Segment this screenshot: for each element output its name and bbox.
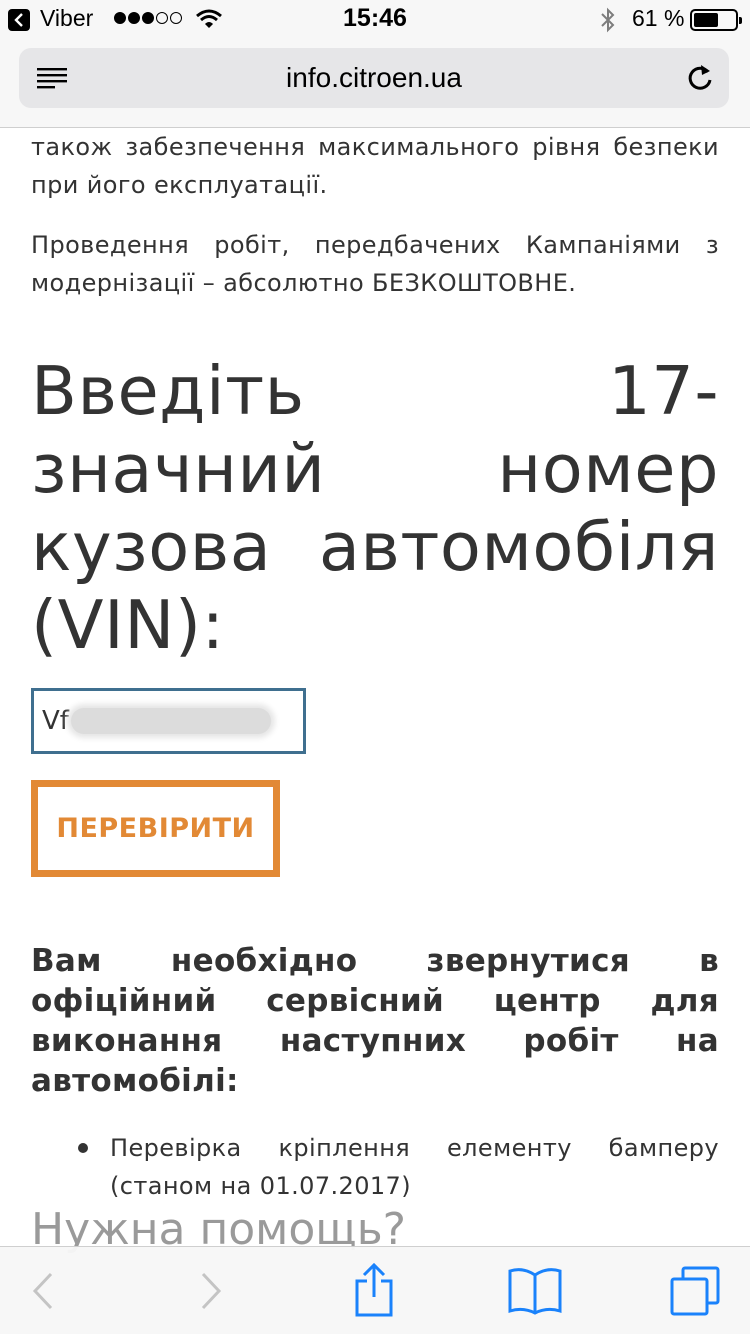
- battery-percent: 61 %: [632, 5, 685, 31]
- tabs-button[interactable]: [660, 1247, 730, 1334]
- forward-button[interactable]: [186, 1247, 236, 1334]
- share-icon[interactable]: [353, 1263, 395, 1319]
- address-bar[interactable]: info.citroen.ua: [19, 48, 729, 108]
- vin-redacted-blur: [70, 708, 271, 734]
- works-list-item: Перевірка кріплення елементу бамперу (ст…: [31, 1129, 719, 1205]
- service-heading: Вам необхідно звернутися в офіційний сер…: [31, 943, 719, 1099]
- vin-input[interactable]: Vf: [31, 688, 306, 754]
- back-button[interactable]: [18, 1247, 68, 1334]
- intro-paragraph-safety: також забезпечення максимального рівня б…: [31, 133, 719, 199]
- browser-toolbar: [0, 1246, 750, 1334]
- tabs-icon[interactable]: [669, 1265, 721, 1317]
- check-button[interactable]: ПЕРЕВІРИТИ: [31, 780, 280, 877]
- bluetooth-icon: [601, 7, 615, 33]
- works-list: Перевірка кріплення елементу бамперу (ст…: [31, 1129, 719, 1205]
- forward-arrow-icon[interactable]: [199, 1271, 223, 1311]
- battery-nub: [739, 17, 742, 24]
- page-content: також забезпечення максимального рівня б…: [31, 128, 719, 1205]
- bookmarks-button[interactable]: [500, 1247, 570, 1334]
- intro-paragraph-free: Проведення робіт, передбачених Кампаніям…: [31, 231, 719, 297]
- share-button[interactable]: [344, 1247, 404, 1334]
- signal-dot: [170, 12, 182, 24]
- back-to-app-label[interactable]: Viber: [40, 5, 93, 32]
- signal-dot: [128, 12, 140, 24]
- vin-heading: Введіть 17-значний номер кузова автомобі…: [31, 352, 719, 664]
- wifi-icon: [196, 9, 222, 28]
- vin-input-value[interactable]: Vf: [42, 706, 69, 736]
- browser-address-area: info.citroen.ua: [0, 40, 750, 128]
- signal-dot: [114, 12, 126, 24]
- cellular-signal: [114, 12, 182, 24]
- signal-dot: [156, 12, 168, 24]
- reload-icon[interactable]: [685, 62, 715, 94]
- bookmarks-icon[interactable]: [507, 1267, 563, 1315]
- status-bar: Viber 15:46 61 %: [0, 0, 750, 40]
- address-url[interactable]: info.citroen.ua: [19, 62, 729, 94]
- battery-icon: [690, 9, 742, 31]
- battery-level-fill: [694, 13, 718, 27]
- back-arrow-icon[interactable]: [31, 1271, 55, 1311]
- back-to-app-icon[interactable]: [8, 9, 30, 31]
- signal-dot: [142, 12, 154, 24]
